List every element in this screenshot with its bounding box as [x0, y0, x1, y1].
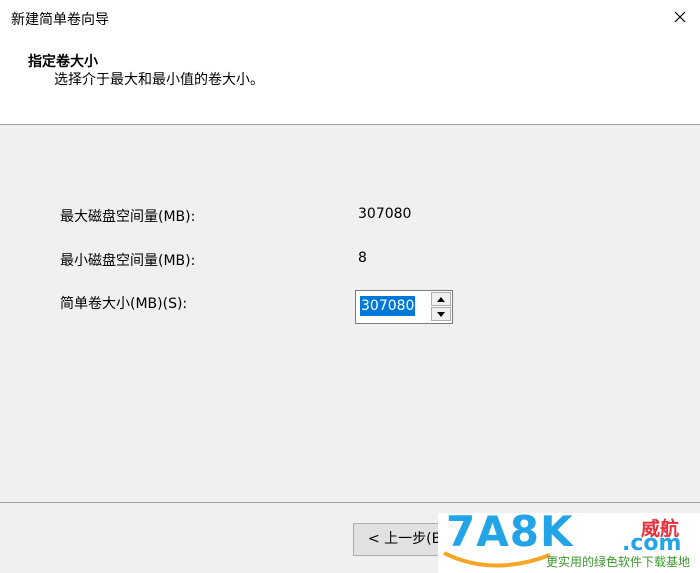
- spin-down-button[interactable]: [431, 307, 451, 321]
- min-space-value: 8: [358, 250, 367, 266]
- page-heading: 指定卷大小: [28, 54, 98, 70]
- volume-size-input[interactable]: 307080: [360, 296, 416, 316]
- spin-up-icon: [437, 296, 445, 302]
- min-space-label: 最小磁盘空间量(MB):: [60, 253, 196, 269]
- max-space-label: 最大磁盘空间量(MB):: [60, 209, 196, 225]
- page-subheading: 选择介于最大和最小值的卷大小。: [54, 72, 264, 88]
- max-space-value: 307080: [358, 206, 412, 222]
- window-title: 新建简单卷向导: [11, 12, 109, 28]
- close-button[interactable]: [664, 2, 696, 32]
- watermark-tagline: 更实用的绿色软件下载基地: [546, 555, 691, 569]
- footer-divider: [0, 502, 700, 503]
- volume-size-stepper[interactable]: 307080: [355, 290, 453, 324]
- watermark-brand: 7A8K: [446, 507, 574, 556]
- wizard-header: 新建简单卷向导 指定卷大小 选择介于最大和最小值的卷大小。: [0, 0, 700, 125]
- close-icon: [674, 11, 686, 23]
- spin-down-icon: [437, 311, 445, 317]
- watermark-logo: 7A8K 威航 .com 更实用的绿色软件下载基地: [438, 507, 700, 573]
- spin-up-button[interactable]: [431, 292, 451, 306]
- volume-size-label: 简单卷大小(MB)(S):: [60, 296, 188, 312]
